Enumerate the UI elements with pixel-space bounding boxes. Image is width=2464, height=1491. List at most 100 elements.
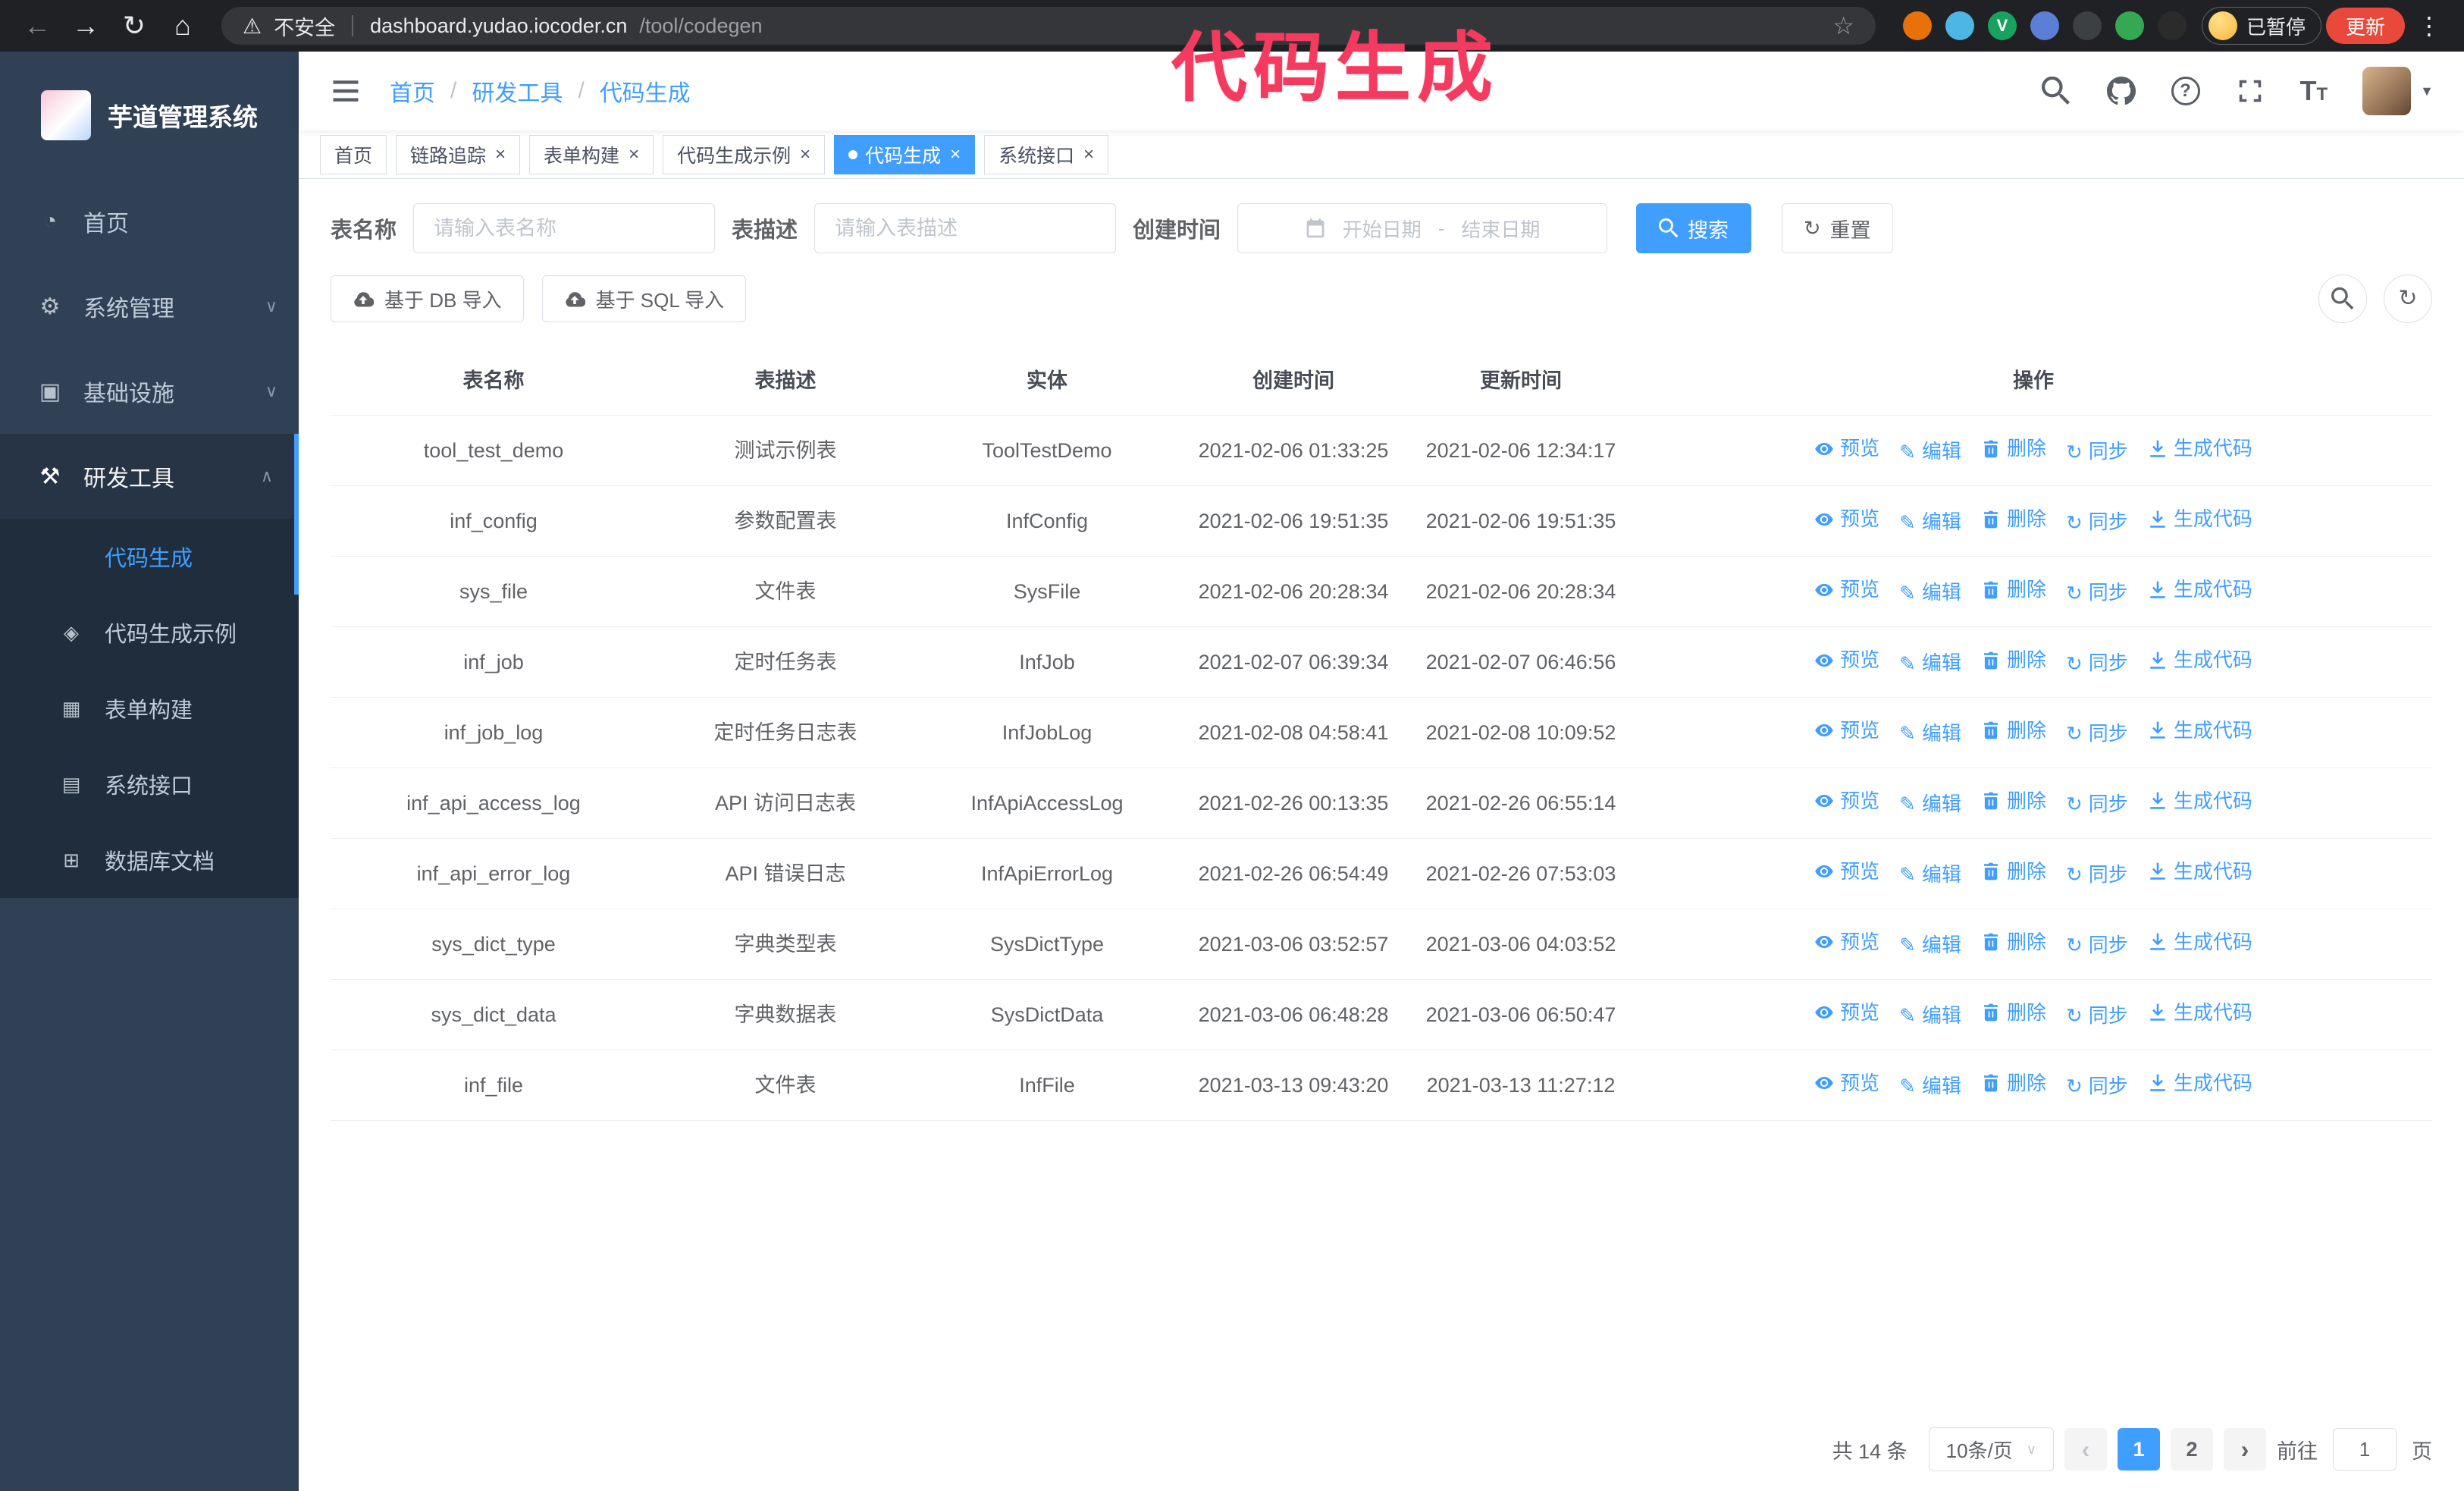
row-action-edit[interactable]: ✎ 编辑 — [1899, 720, 1961, 747]
tag-系统接口[interactable]: 系统接口 × — [984, 134, 1109, 174]
browser-back-icon[interactable]: ← — [15, 10, 59, 42]
row-action-eye[interactable]: 预览 — [1814, 929, 1879, 956]
extension-orange-icon[interactable] — [1902, 11, 1932, 40]
tag-close-icon[interactable]: × — [495, 145, 506, 164]
import-sql-button[interactable]: 基于 SQL 导入 — [541, 275, 747, 322]
row-action-trash[interactable]: 删除 — [1981, 859, 2046, 885]
row-action-edit[interactable]: ✎ 编辑 — [1899, 509, 1961, 535]
row-action-edit[interactable]: ✎ 编辑 — [1899, 650, 1961, 676]
breadcrumb-item[interactable]: 代码生成 — [600, 74, 691, 108]
sidebar-subitem-example[interactable]: ◈ 代码生成示例 — [0, 595, 299, 670]
table-name-input[interactable] — [413, 203, 716, 253]
row-action-eye[interactable]: 预览 — [1814, 1000, 1879, 1026]
sidebar-item-dashboard[interactable]: ◔ 首页 — [0, 179, 299, 264]
tag-close-icon[interactable]: × — [800, 145, 810, 164]
bookmark-star-icon[interactable]: ☆ — [1832, 11, 1854, 40]
row-action-edit[interactable]: ✎ 编辑 — [1899, 791, 1961, 818]
tag-close-icon[interactable]: × — [629, 145, 639, 164]
profile-paused-badge[interactable]: 已暂停 — [2201, 7, 2321, 45]
row-action-edit[interactable]: ✎ 编辑 — [1899, 862, 1961, 888]
help-icon[interactable]: ? — [2171, 77, 2200, 105]
row-action-sync[interactable]: ↻ 同步 — [2066, 579, 2128, 606]
row-action-eye[interactable]: 预览 — [1814, 435, 1879, 462]
search-icon[interactable] — [2041, 76, 2071, 106]
row-action-trash[interactable]: 删除 — [1981, 506, 2046, 532]
next-page-button[interactable]: › — [2224, 1428, 2266, 1471]
row-action-eye[interactable]: 预览 — [1814, 647, 1879, 673]
reset-button[interactable]: ↻ 重置 — [1782, 203, 1893, 253]
row-action-edit[interactable]: ✎ 编辑 — [1899, 1073, 1961, 1100]
extension-leaf-icon[interactable] — [2114, 11, 2144, 40]
row-action-download[interactable]: 生成代码 — [2148, 929, 2252, 956]
row-action-trash[interactable]: 删除 — [1981, 929, 2046, 956]
toggle-search-button[interactable] — [2318, 275, 2367, 323]
row-action-eye[interactable]: 预览 — [1814, 717, 1879, 744]
row-action-download[interactable]: 生成代码 — [2148, 717, 2252, 744]
browser-forward-icon[interactable]: → — [64, 10, 108, 42]
tag-表单构建[interactable]: 表单构建 × — [529, 134, 654, 174]
row-action-sync[interactable]: ↻ 同步 — [2066, 1003, 2128, 1029]
browser-reload-icon[interactable]: ↻ — [112, 10, 156, 42]
date-range-picker[interactable]: 开始日期 - 结束日期 — [1237, 203, 1608, 253]
row-action-sync[interactable]: ↻ 同步 — [2066, 1073, 2128, 1100]
row-action-sync[interactable]: ↻ 同步 — [2066, 438, 2128, 465]
search-button[interactable]: 搜索 — [1636, 203, 1752, 253]
row-action-sync[interactable]: ↻ 同步 — [2066, 791, 2128, 818]
row-action-sync[interactable]: ↻ 同步 — [2066, 720, 2128, 747]
fullscreen-icon[interactable] — [2235, 76, 2265, 106]
row-action-sync[interactable]: ↻ 同步 — [2066, 932, 2128, 959]
row-action-download[interactable]: 生成代码 — [2148, 435, 2252, 462]
page-size-select[interactable]: 10条/页 ∨ — [1928, 1427, 2054, 1471]
page-button-1[interactable]: 1 — [2118, 1428, 2160, 1471]
row-action-trash[interactable]: 删除 — [1981, 576, 2046, 603]
refresh-table-button[interactable]: ↻ — [2384, 275, 2432, 323]
sidebar-subitem-api[interactable]: ▤ 系统接口 — [0, 746, 299, 822]
address-bar[interactable]: ⚠ 不安全 dashboard.yudao.iocoder.cn/tool/co… — [221, 7, 1876, 45]
row-action-edit[interactable]: ✎ 编辑 — [1899, 1003, 1961, 1029]
row-action-eye[interactable]: 预览 — [1814, 576, 1879, 603]
row-action-trash[interactable]: 删除 — [1981, 1070, 2046, 1097]
table-desc-input[interactable] — [814, 203, 1117, 253]
sidebar-item-gear[interactable]: ⚙ 系统管理 ∨ — [0, 264, 299, 349]
font-size-icon[interactable]: TT — [2300, 75, 2328, 107]
tag-close-icon[interactable]: × — [1083, 145, 1094, 164]
prev-page-button[interactable]: ‹ — [2064, 1428, 2107, 1471]
goto-page-input[interactable] — [2333, 1428, 2397, 1471]
row-action-eye[interactable]: 预览 — [1814, 1070, 1879, 1097]
row-action-download[interactable]: 生成代码 — [2148, 859, 2252, 885]
row-action-download[interactable]: 生成代码 — [2148, 506, 2252, 532]
chrome-menu-icon[interactable]: ⋮ — [2409, 11, 2449, 40]
page-button-2[interactable]: 2 — [2171, 1428, 2213, 1471]
row-action-download[interactable]: 生成代码 — [2148, 1000, 2252, 1026]
github-icon[interactable] — [2106, 76, 2136, 106]
extension-blue-drop-icon[interactable] — [1945, 11, 1974, 40]
sidebar-subitem-form[interactable]: ▦ 表单构建 — [0, 670, 299, 746]
sidebar-subitem-code[interactable]: 代码生成 — [0, 519, 299, 595]
tag-链路追踪[interactable]: 链路追踪 × — [396, 134, 521, 174]
row-action-eye[interactable]: 预览 — [1814, 506, 1879, 532]
row-action-eye[interactable]: 预览 — [1814, 859, 1879, 885]
extension-people-icon[interactable] — [2030, 11, 2059, 40]
row-action-download[interactable]: 生成代码 — [2148, 788, 2252, 815]
row-action-trash[interactable]: 删除 — [1981, 1000, 2046, 1026]
user-menu[interactable]: ▼ — [2362, 67, 2434, 115]
extension-dark-icon[interactable] — [2072, 11, 2102, 40]
breadcrumb-item[interactable]: 首页 — [390, 74, 435, 108]
row-action-sync[interactable]: ↻ 同步 — [2066, 862, 2128, 888]
row-action-edit[interactable]: ✎ 编辑 — [1899, 438, 1961, 465]
row-action-trash[interactable]: 删除 — [1981, 788, 2046, 815]
row-action-edit[interactable]: ✎ 编辑 — [1899, 932, 1961, 959]
sidebar-item-tools[interactable]: ⚒ 研发工具 ∧ — [0, 434, 299, 519]
row-action-edit[interactable]: ✎ 编辑 — [1899, 579, 1961, 606]
tag-首页[interactable]: 首页 — [320, 134, 387, 174]
tag-代码生成示例[interactable]: 代码生成示例 × — [663, 134, 826, 174]
row-action-trash[interactable]: 删除 — [1981, 717, 2046, 744]
breadcrumb-item[interactable]: 研发工具 — [472, 74, 563, 108]
sidebar-subitem-db[interactable]: ⊞ 数据库文档 — [0, 822, 299, 898]
chrome-update-button[interactable]: 更新 — [2325, 8, 2405, 44]
row-action-download[interactable]: 生成代码 — [2148, 1070, 2252, 1097]
row-action-trash[interactable]: 删除 — [1981, 647, 2046, 673]
row-action-download[interactable]: 生成代码 — [2148, 647, 2252, 673]
row-action-trash[interactable]: 删除 — [1981, 435, 2046, 462]
tag-代码生成[interactable]: 代码生成 × — [834, 134, 976, 174]
